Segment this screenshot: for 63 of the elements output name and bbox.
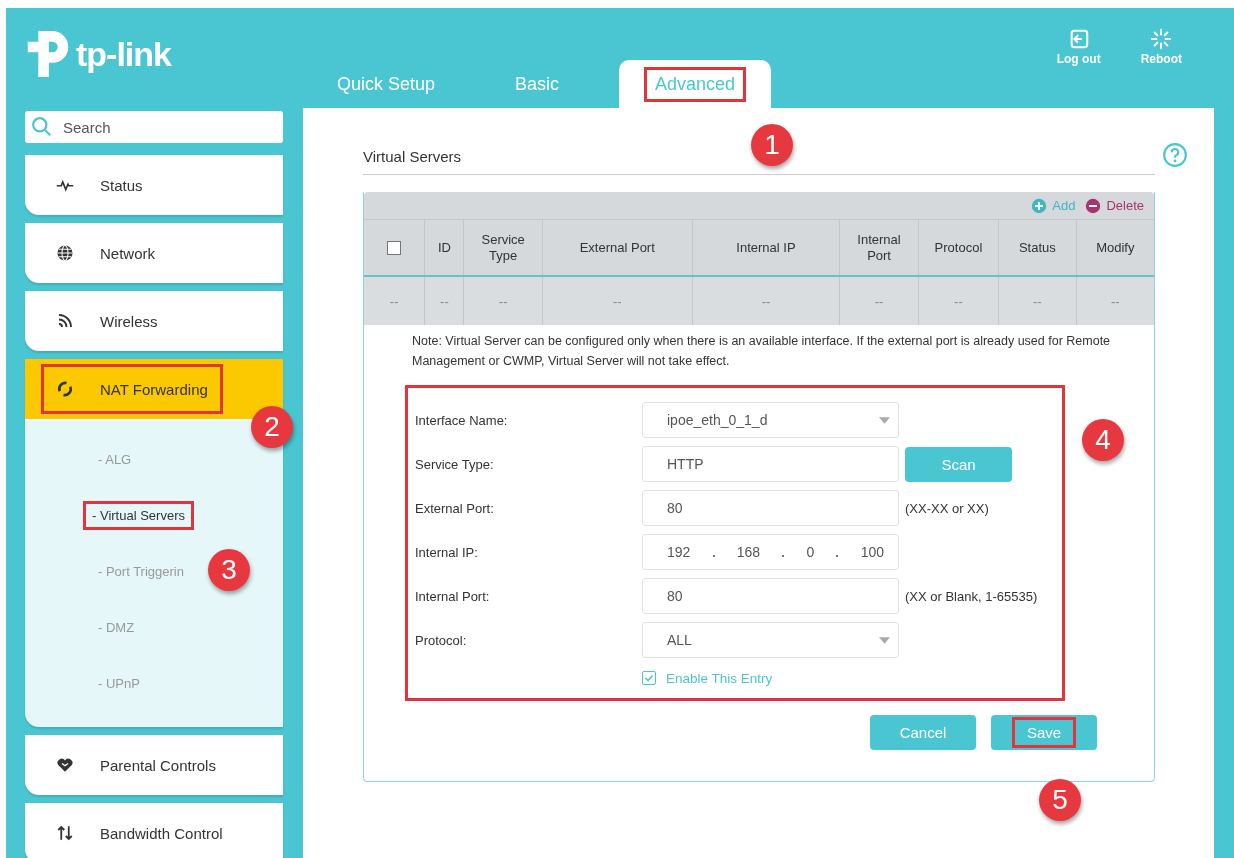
page-title: Virtual Servers <box>363 148 462 165</box>
dropdown-field[interactable]: ALL <box>642 622 899 658</box>
caret-icon <box>879 416 890 424</box>
column-header: Service Type <box>481 231 525 263</box>
table-cell: -- <box>1033 293 1042 309</box>
column-header: Internal Port <box>857 231 901 263</box>
column-header: Modify <box>1096 239 1135 255</box>
sidebar-item[interactable]: Bandwidth Control <box>25 803 283 858</box>
toolbar-button[interactable]: Delete <box>1085 197 1144 214</box>
field-label: Service Type: <box>415 456 495 472</box>
column-header: ID <box>437 239 451 255</box>
field-label: Interface Name: <box>415 412 509 428</box>
table-cell: -- <box>389 293 399 309</box>
table-cell: -- <box>874 293 884 309</box>
caret-icon <box>879 636 890 644</box>
field-hint: (XX or Blank, 1-65535) <box>905 588 1038 604</box>
select-all-checkbox[interactable] <box>387 241 402 256</box>
minus-icon <box>1085 197 1102 214</box>
column-header: Internal IP <box>736 239 796 255</box>
heart-icon <box>56 756 74 774</box>
logo-text: tp-link <box>76 34 171 74</box>
field-hint: (XX-XX or XX) <box>905 500 989 516</box>
sidebar-item[interactable]: Status <box>25 155 283 215</box>
field-label: Internal IP: <box>415 544 479 560</box>
submenu-item[interactable]: - Port Triggerin <box>92 559 190 583</box>
sidebar-item[interactable]: Parental Controls <box>25 735 283 795</box>
input-field[interactable]: 80 <box>642 578 899 614</box>
input-field[interactable]: HTTP <box>642 446 899 482</box>
signal-icon <box>56 312 74 330</box>
table-cell: -- <box>612 293 622 309</box>
help-icon[interactable] <box>1162 142 1188 168</box>
ip-address-field[interactable]: 192 168 0 100 <box>642 534 899 570</box>
note-text: Note: Virtual Server can be configured only when there is an available interface. If the external port is already used for Remote Management or CWMP, Virtual Server will not take effect. <box>412 333 1112 370</box>
field-label: Protocol: <box>415 632 468 648</box>
table-cell: -- <box>954 293 963 309</box>
field-label: Internal Port: <box>415 588 491 604</box>
submenu-item[interactable]: - Virtual Servers <box>86 503 191 527</box>
submenu-item[interactable]: - ALG <box>92 447 138 471</box>
sidebar-item[interactable]: Network <box>25 223 283 283</box>
table-cell: -- <box>761 293 771 309</box>
globe-icon <box>56 244 74 262</box>
table-cell: -- <box>440 293 449 309</box>
logo-icon <box>26 28 70 80</box>
up-down-arrows-icon <box>56 824 74 842</box>
plus-icon <box>1031 197 1048 214</box>
submenu-item[interactable]: - UPnP <box>92 671 146 695</box>
submenu-item[interactable]: - DMZ <box>92 615 141 639</box>
table-cell: -- <box>498 293 508 309</box>
checkbox-label: Enable This Entry <box>666 670 773 686</box>
enable-checkbox[interactable] <box>642 671 656 685</box>
sidebar-item[interactable]: Wireless <box>25 291 283 351</box>
dropdown-field[interactable]: ipoe_eth_0_1_d <box>642 402 899 438</box>
column-header: Protocol <box>934 239 983 255</box>
column-header: Status <box>1018 239 1056 255</box>
column-header: External Port <box>579 239 655 255</box>
search-icon <box>31 116 53 138</box>
reboot-icon <box>1150 28 1173 50</box>
field-label: External Port: <box>415 500 495 516</box>
check-icon <box>643 672 655 684</box>
input-field[interactable]: 80 <box>642 490 899 526</box>
table-cell: -- <box>1110 293 1120 309</box>
search-field[interactable]: Search <box>25 111 283 143</box>
cycle-icon <box>56 380 74 398</box>
